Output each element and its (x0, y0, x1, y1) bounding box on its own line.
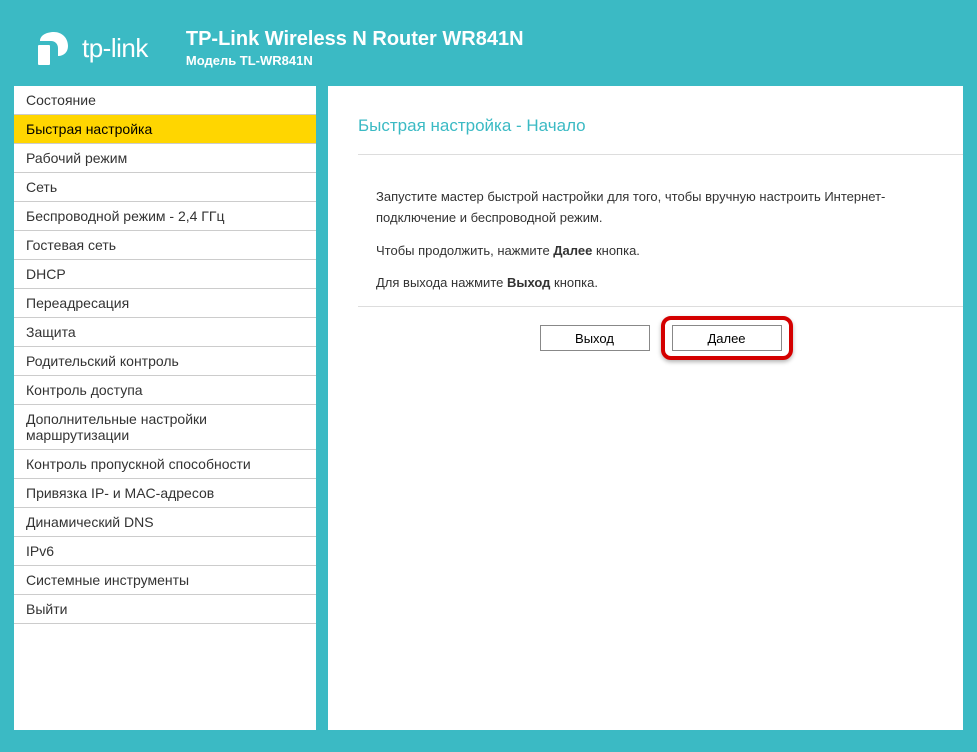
content-area: СостояниеБыстрая настройкаРабочий режимС… (14, 86, 963, 730)
header-title-block: TP-Link Wireless N Router WR841N Модель … (186, 28, 524, 68)
intro-para-1: Запустите мастер быстрой настройки для т… (376, 187, 963, 229)
sidebar-item-13[interactable]: Привязка IP- и MAC-адресов (14, 479, 316, 508)
header-title: TP-Link Wireless N Router WR841N (186, 28, 524, 51)
next-button[interactable]: Далее (672, 325, 782, 351)
sidebar-item-11[interactable]: Дополнительные настройки маршрутизации (14, 405, 316, 450)
exit-button[interactable]: Выход (540, 325, 650, 351)
sidebar-item-4[interactable]: Беспроводной режим - 2,4 ГГц (14, 202, 316, 231)
page-title: Быстрая настройка - Начало (358, 116, 963, 155)
sidebar-item-12[interactable]: Контроль пропускной способности (14, 450, 316, 479)
intro-para-3: Для выхода нажмите Выход кнопка. (376, 273, 963, 294)
p3a: Для выхода нажмите (376, 275, 507, 290)
sidebar-item-0[interactable]: Состояние (14, 86, 316, 115)
p3b: Выход (507, 275, 550, 290)
sidebar-item-9[interactable]: Родительский контроль (14, 347, 316, 376)
header-subtitle: Модель TL-WR841N (186, 53, 524, 68)
intro-para-2: Чтобы продолжить, нажмите Далее кнопка. (376, 241, 963, 262)
p2c: кнопка. (592, 243, 640, 258)
sidebar-item-2[interactable]: Рабочий режим (14, 144, 316, 173)
sidebar-item-6[interactable]: DHCP (14, 260, 316, 289)
body-text: Запустите мастер быстрой настройки для т… (376, 187, 963, 294)
sidebar-item-16[interactable]: Системные инструменты (14, 566, 316, 595)
tplink-logo-icon (34, 28, 74, 68)
sidebar-item-7[interactable]: Переадресация (14, 289, 316, 318)
sidebar-item-3[interactable]: Сеть (14, 173, 316, 202)
logo: tp-link (34, 28, 148, 68)
sidebar-item-17[interactable]: Выйти (14, 595, 316, 624)
sidebar-item-10[interactable]: Контроль доступа (14, 376, 316, 405)
sidebar-item-5[interactable]: Гостевая сеть (14, 231, 316, 260)
button-row: Выход Далее (358, 325, 963, 351)
app-frame: tp-link TP-Link Wireless N Router WR841N… (0, 0, 977, 752)
next-button-highlight-wrap: Далее (672, 325, 782, 351)
main-panel: Быстрая настройка - Начало Запустите мас… (328, 86, 963, 730)
sidebar-item-8[interactable]: Защита (14, 318, 316, 347)
inner-frame: tp-link TP-Link Wireless N Router WR841N… (14, 14, 963, 738)
header: tp-link TP-Link Wireless N Router WR841N… (14, 14, 963, 86)
p2b: Далее (553, 243, 592, 258)
sidebar-item-15[interactable]: IPv6 (14, 537, 316, 566)
logo-text: tp-link (82, 33, 148, 64)
layout-gap (316, 86, 328, 730)
p2a: Чтобы продолжить, нажмите (376, 243, 553, 258)
p3c: кнопка. (550, 275, 598, 290)
sidebar-item-14[interactable]: Динамический DNS (14, 508, 316, 537)
divider (358, 306, 963, 307)
sidebar-item-1[interactable]: Быстрая настройка (14, 115, 316, 144)
sidebar: СостояниеБыстрая настройкаРабочий режимС… (14, 86, 316, 730)
